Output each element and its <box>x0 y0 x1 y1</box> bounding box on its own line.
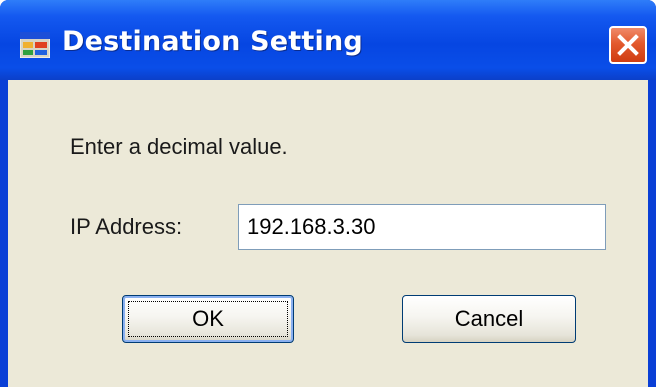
ip-address-input[interactable] <box>238 204 606 250</box>
ip-address-label: IP Address: <box>70 214 183 239</box>
cancel-button-label: Cancel <box>454 306 524 331</box>
instruction-text: Enter a decimal value. <box>70 134 288 159</box>
cancel-button[interactable]: Cancel <box>402 295 576 343</box>
dialog-window: Destination Setting Enter a decimal valu… <box>0 0 656 387</box>
close-button[interactable] <box>609 26 647 64</box>
title-bar[interactable]: Destination Setting <box>0 0 656 80</box>
close-icon <box>617 34 639 56</box>
ok-button-label: OK <box>192 306 224 331</box>
app-window-icon <box>19 31 51 59</box>
dialog-body: Enter a decimal value. IP Address: OK Ca… <box>8 80 648 387</box>
ok-button[interactable]: OK <box>122 295 294 343</box>
window-title: Destination Setting <box>62 26 363 57</box>
